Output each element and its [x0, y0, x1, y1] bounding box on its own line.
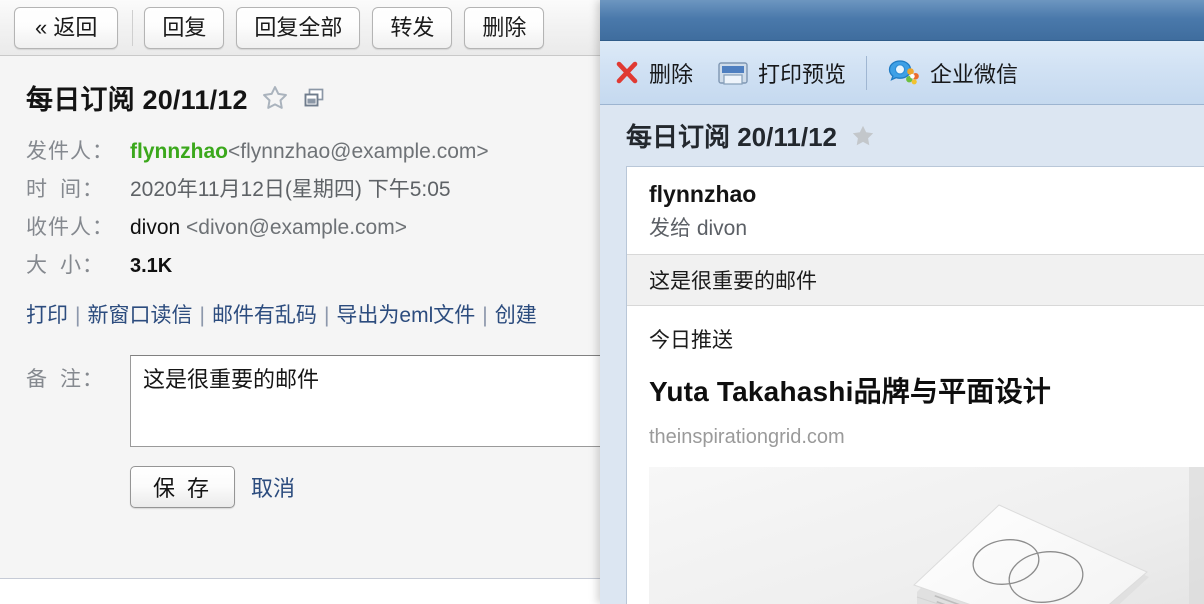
screenshot-root: « 返回 回复 回复全部 转发 删除 每日订阅 20/11/12 发件人： fl…: [0, 0, 1204, 604]
rp-delete-button[interactable]: 删除: [602, 50, 705, 96]
size-label: 大小：: [26, 254, 104, 277]
sender-name[interactable]: flynnzhao: [130, 140, 228, 163]
size-value: 3.1K: [130, 255, 173, 277]
mail-body-area: [0, 579, 600, 604]
star-filled-icon[interactable]: [850, 123, 876, 149]
toolbar-divider: [866, 55, 868, 90]
toolbar-divider: [132, 9, 134, 46]
rp-kicker: 今日推送: [649, 329, 733, 352]
sender-address: <flynnzhao@example.com>: [228, 140, 489, 163]
printer-icon: [717, 59, 749, 87]
recipient-name[interactable]: divon: [130, 216, 180, 239]
client-mail-view: 每日订阅 20/11/12 flynnzhao 发给 divon 这是很重要的邮…: [600, 105, 1204, 604]
rp-subject: 每日订阅 20/11/12: [626, 122, 837, 152]
mail-subject-row: 每日订阅 20/11/12: [26, 78, 600, 117]
rp-delete-label: 删除: [649, 61, 694, 87]
reply-button[interactable]: 回复: [144, 6, 225, 49]
rp-wecom-label: 企业微信: [930, 61, 1019, 87]
reading-pane-scroll[interactable]: 每日订阅 20/11/12 发件人： flynnzhao<flynnzhao@e…: [0, 56, 600, 604]
webmail-reading-pane: « 返回 回复 回复全部 转发 删除 每日订阅 20/11/12 发件人： fl…: [0, 0, 600, 604]
rp-print-preview-button[interactable]: 打印预览: [705, 50, 858, 96]
rp-source: theinspirationgrid.com: [649, 426, 845, 448]
link-separator: |: [199, 304, 205, 327]
sender-row: 发件人： flynnzhao<flynnzhao@example.com>: [26, 135, 600, 165]
link-create[interactable]: 创建: [495, 304, 537, 327]
delete-x-icon: [614, 60, 640, 86]
reply-all-button[interactable]: 回复全部: [236, 6, 361, 49]
rp-print-preview-label: 打印预览: [758, 61, 847, 87]
link-separator: |: [75, 304, 81, 327]
star-outline-icon[interactable]: [261, 84, 289, 112]
page-title: 每日订阅 20/11/12: [26, 85, 248, 115]
rp-mail-body: 今日推送 Yuta Takahashi品牌与平面设计 theinspiratio…: [627, 306, 1204, 604]
rp-from-name[interactable]: flynnzhao: [649, 181, 1204, 208]
recipient-address: <divon@example.com>: [186, 216, 407, 239]
link-garbled-mail[interactable]: 邮件有乱码: [212, 304, 317, 327]
rp-message-card: flynnzhao 发给 divon 这是很重要的邮件 今日推送 Yuta Ta…: [626, 166, 1204, 604]
window-titlebar[interactable]: [600, 0, 1204, 41]
rp-subject-row: 每日订阅 20/11/12: [610, 105, 1204, 166]
size-row: 大小： 3.1K: [26, 249, 600, 279]
note-input[interactable]: [130, 355, 600, 447]
desktop-mail-client-window: 删除 打印预览 企业微信 每日订阅 20/11/12 flynnzhao 发给 …: [600, 0, 1204, 604]
rp-wecom-button[interactable]: 企业微信: [875, 50, 1030, 96]
save-button[interactable]: 保 存: [130, 466, 235, 508]
date-row: 时间： 2020年11月12日(星期四) 下午5:05: [26, 173, 600, 203]
link-export-eml[interactable]: 导出为eml文件: [336, 304, 475, 327]
note-editor-body: 保 存 取消: [130, 355, 600, 508]
back-button[interactable]: « 返回: [14, 6, 119, 49]
wecom-icon: [887, 58, 921, 88]
note-label: 备注：: [26, 368, 104, 391]
link-print[interactable]: 打印: [26, 304, 68, 327]
mail-action-links: 打印 | 新窗口读信 | 邮件有乱码 | 导出为eml文件 | 创建: [26, 299, 600, 329]
link-separator: |: [482, 304, 488, 327]
sender-label: 发件人：: [26, 140, 114, 163]
date-label: 时间：: [26, 178, 104, 201]
rp-to-line: 发给 divon: [649, 217, 748, 240]
client-toolbar: 删除 打印预览 企业微信: [600, 41, 1204, 105]
rp-headline[interactable]: Yuta Takahashi品牌与平面设计: [649, 370, 1204, 410]
note-editor: 备注： 保 存 取消: [0, 355, 600, 508]
note-actions: 保 存 取消: [130, 466, 600, 508]
link-separator: |: [323, 304, 330, 327]
rp-note-bar[interactable]: 这是很重要的邮件: [627, 254, 1204, 306]
mail-toolbar: « 返回 回复 回复全部 转发 删除: [0, 0, 600, 56]
mail-header: 每日订阅 20/11/12 发件人： flynnzhao<flynnzhao@e…: [0, 56, 600, 279]
rp-hero-image: [649, 467, 1204, 604]
forward-button[interactable]: 转发: [372, 6, 453, 49]
recipient-row: 收件人： divon <divon@example.com>: [26, 211, 600, 241]
link-open-new-window[interactable]: 新窗口读信: [87, 304, 192, 327]
cancel-button[interactable]: 取消: [251, 471, 295, 503]
new-window-icon[interactable]: [302, 86, 326, 110]
sender-value: flynnzhao<flynnzhao@example.com>: [130, 140, 489, 164]
rp-from-block: flynnzhao 发给 divon: [627, 167, 1204, 254]
date-value: 2020年11月12日(星期四) 下午5:05: [130, 178, 451, 201]
recipient-value: divon <divon@example.com>: [130, 216, 407, 240]
delete-button[interactable]: 删除: [464, 6, 545, 49]
recipient-label: 收件人：: [26, 216, 114, 239]
